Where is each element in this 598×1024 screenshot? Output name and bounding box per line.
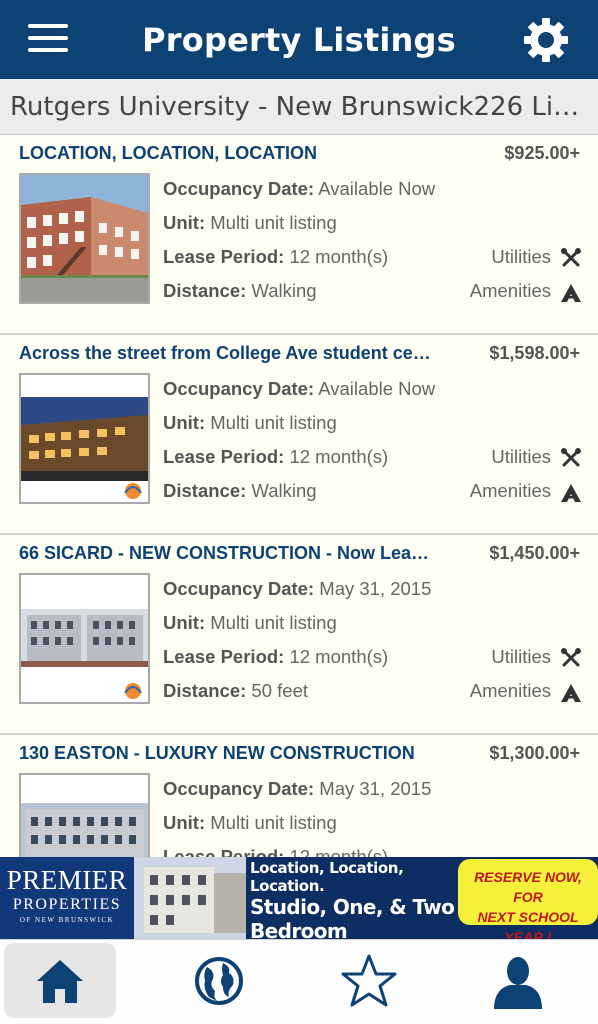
person-icon	[494, 956, 542, 1009]
listing-price: $925.00+	[504, 143, 580, 163]
distance: Distance: Walking	[163, 280, 317, 301]
listing-title[interactable]: LOCATION, LOCATION, LOCATION	[19, 143, 439, 164]
unit-info: Unit: Multi unit listing	[163, 412, 337, 433]
banner-text: Location, Location, Location. Studio, On…	[250, 859, 455, 939]
premier-properties-logo: PREMIER PROPERTIES OF NEW BRUNSWICK	[0, 857, 134, 939]
listing-card[interactable]: 130 EASTON - LUXURY NEW CONSTRUCTION $1,…	[0, 735, 598, 857]
occupancy-date: Occupancy Date: May 31, 2015	[163, 578, 432, 599]
ad-banner[interactable]: PREMIER PROPERTIES OF NEW BRUNSWICK Loca…	[0, 857, 598, 939]
distance: Distance: 50 feet	[163, 680, 308, 701]
globe-icon	[195, 956, 243, 1005]
lease-period: Lease Period: 12 month(s)	[163, 246, 389, 267]
amenities-label: Amenities	[469, 680, 551, 701]
listing-title[interactable]: Across the street from College Ave stude…	[19, 343, 439, 364]
utilities-label: Utilities	[491, 646, 551, 667]
lease-period: Lease Period: 12 month(s)	[163, 446, 389, 467]
occupancy-date: Occupancy Date: May 31, 2015	[163, 778, 432, 799]
listings-list[interactable]: LOCATION, LOCATION, LOCATION $925.00+ Oc…	[0, 135, 598, 857]
tools-icon	[561, 448, 581, 467]
utilities-label: Utilities	[491, 246, 551, 267]
utilities-label: Utilities	[491, 446, 551, 467]
tab-map[interactable]	[163, 943, 275, 1018]
unit-info: Unit: Multi unit listing	[163, 812, 337, 833]
amenities-label: Amenities	[469, 280, 551, 301]
gear-icon[interactable]	[522, 16, 570, 64]
listing-card[interactable]: 66 SICARD - NEW CONSTRUCTION - Now Leasi…	[0, 535, 598, 735]
distance: Distance: Walking	[163, 480, 317, 501]
school-name: Rutgers University - New Brunswick	[10, 91, 474, 122]
tab-favorites[interactable]	[313, 943, 425, 1018]
listing-title[interactable]: 130 EASTON - LUXURY NEW CONSTRUCTION	[19, 743, 439, 764]
listing-photo[interactable]	[19, 573, 150, 704]
tools-icon	[561, 248, 581, 267]
hamburger-menu-icon[interactable]	[28, 24, 68, 54]
tab-home[interactable]	[4, 943, 116, 1018]
school-filter-bar[interactable]: Rutgers University - New Brunswick 226 L…	[0, 79, 598, 135]
amenities-icon	[561, 284, 581, 302]
star-icon	[341, 954, 397, 1006]
listing-photo[interactable]	[19, 773, 150, 857]
amenities-label: Amenities	[469, 480, 551, 501]
tab-bar	[0, 939, 598, 1024]
listing-price: $1,300.00+	[489, 743, 580, 763]
page-title: Property Listings	[142, 20, 456, 59]
listing-count: 226 Listings	[473, 91, 588, 122]
lease-period: Lease Period: 12 month(s)	[163, 646, 389, 667]
unit-info: Unit: Multi unit listing	[163, 612, 337, 633]
home-icon	[37, 959, 83, 1003]
listing-title[interactable]: 66 SICARD - NEW CONSTRUCTION - Now Leasi…	[19, 543, 439, 564]
amenities-icon	[561, 484, 581, 502]
tools-icon	[561, 648, 581, 667]
listing-price: $1,598.00+	[489, 343, 580, 363]
listing-photo[interactable]	[19, 173, 150, 304]
amenities-icon	[561, 684, 581, 702]
lease-period: Lease Period: 12 month(s)	[163, 846, 389, 857]
occupancy-date: Occupancy Date: Available Now	[163, 378, 436, 399]
listing-card[interactable]: Across the street from College Ave stude…	[0, 335, 598, 535]
reserve-now-callout: RESERVE NOW, FOR NEXT SCHOOL YEAR !	[458, 859, 598, 939]
nav-bar: Property Listings	[0, 0, 598, 79]
tab-profile[interactable]	[462, 943, 574, 1018]
unit-info: Unit: Multi unit listing	[163, 212, 337, 233]
banner-building-photo	[134, 857, 246, 939]
listing-card[interactable]: LOCATION, LOCATION, LOCATION $925.00+ Oc…	[0, 135, 598, 335]
listing-price: $1,450.00+	[489, 543, 580, 563]
listing-photo[interactable]	[19, 373, 150, 504]
occupancy-date: Occupancy Date: Available Now	[163, 178, 436, 199]
